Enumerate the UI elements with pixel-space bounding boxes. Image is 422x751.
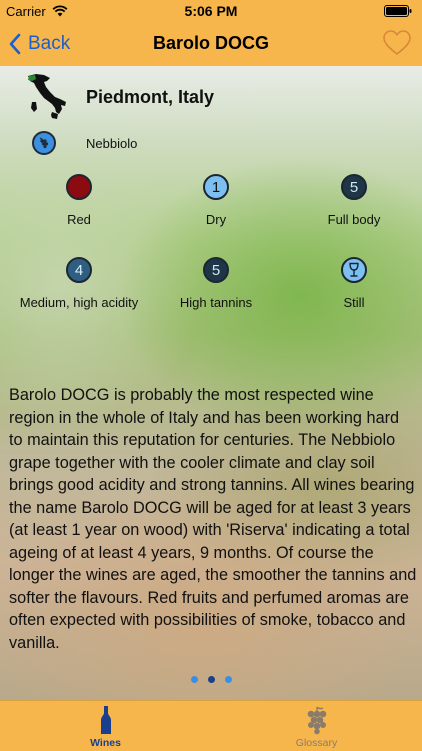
acidity-attribute-label: Medium, high acidity: [19, 295, 139, 310]
tab-wines[interactable]: Wines: [0, 701, 211, 751]
grape-variety-label: Nebbiolo: [86, 135, 138, 151]
italy-map-icon: [28, 74, 66, 119]
grapes-icon: [307, 706, 326, 735]
page-dot[interactable]: [190, 676, 198, 683]
body-attribute-label: Full body: [327, 212, 381, 227]
sweetness-attribute: 1 Dry: [146, 174, 286, 227]
status-time: 5:06 PM: [184, 3, 238, 19]
color-attribute: Red: [9, 174, 149, 227]
sweetness-level-icon: 1: [203, 174, 229, 200]
region-row: Piedmont, Italy: [22, 70, 214, 124]
color-attribute-label: Red: [67, 212, 91, 227]
grape-icon: [32, 131, 56, 155]
navigation-bar: Back Barolo DOCG: [0, 22, 422, 66]
type-attribute: Still: [284, 257, 422, 310]
page-dot-current[interactable]: [207, 676, 215, 683]
battery-icon: [384, 5, 412, 17]
type-attribute-label: Still: [343, 295, 365, 310]
status-bar: Carrier 5:06 PM: [0, 0, 422, 22]
body-attribute: 5 Full body: [284, 174, 422, 227]
wine-bottle-icon: [100, 706, 111, 734]
tannins-attribute-label: High tannins: [179, 295, 253, 310]
grape-row: Nebbiolo: [32, 130, 137, 156]
heart-outline-icon[interactable]: [382, 28, 412, 58]
page-indicator[interactable]: [0, 676, 422, 683]
region-name: Piedmont, Italy: [86, 86, 215, 107]
page-title: Barolo DOCG: [152, 33, 269, 53]
tannins-attribute: 5 High tannins: [146, 257, 286, 310]
tab-glossary[interactable]: Glossary: [211, 701, 422, 751]
region-description: Barolo DOCG is probably the most respect…: [9, 386, 417, 652]
wine-detail-content[interactable]: Piedmont, Italy Nebbiolo Red 1 Dry 5 Ful…: [0, 66, 422, 700]
tab-glossary-label: Glossary: [295, 737, 338, 749]
tannins-level-icon: 5: [203, 257, 229, 283]
tab-wines-label: Wines: [90, 737, 121, 749]
wine-glass-icon: [341, 257, 367, 283]
tab-bar: Wines Glossary: [0, 700, 422, 750]
wine-color-icon: [66, 174, 92, 200]
acidity-attribute: 4 Medium, high acidity: [9, 257, 149, 310]
page-dot[interactable]: [224, 676, 232, 683]
body-level-icon: 5: [341, 174, 367, 200]
acidity-level-icon: 4: [66, 257, 92, 283]
sweetness-attribute-label: Dry: [205, 212, 227, 227]
